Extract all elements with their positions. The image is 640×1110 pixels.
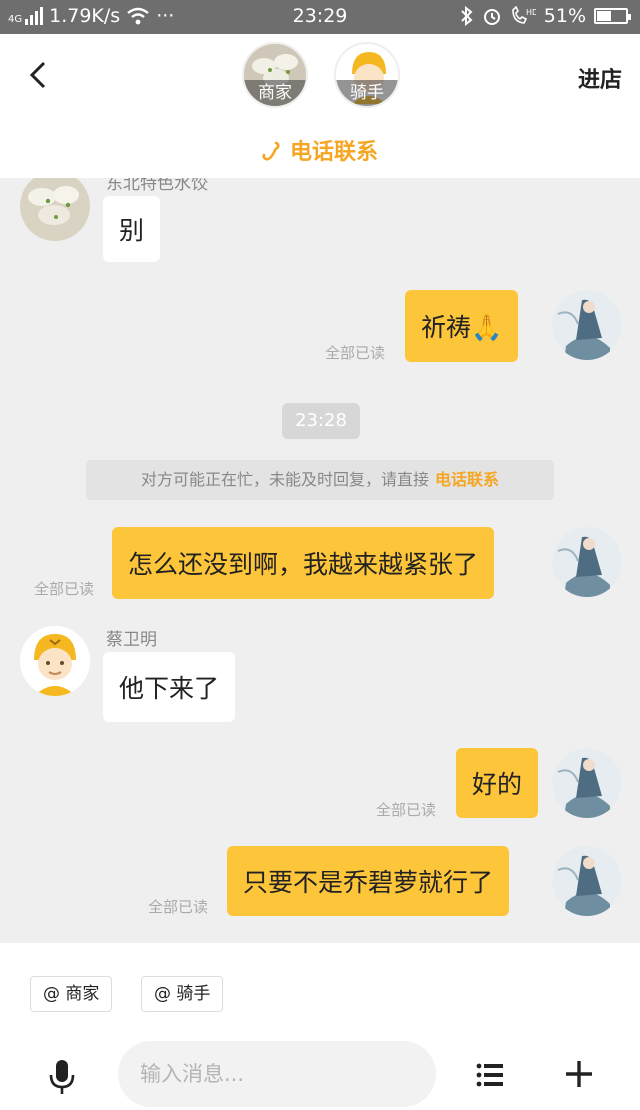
alarm-icon (483, 9, 500, 25)
notice-phone-link[interactable]: 电话联系 (435, 470, 499, 489)
system-notice: 对方可能正在忙，未能及时回复，请直接 电话联系 (86, 460, 554, 500)
user-avatar-image (552, 846, 622, 916)
my-avatar[interactable] (552, 527, 622, 597)
outgoing-message-bubble[interactable]: 只要不是乔碧萝就行了 (227, 846, 510, 916)
bluetooth-icon (461, 6, 473, 26)
rider-label: 骑手 (336, 80, 398, 106)
sender-name: 蔡卫明 (106, 630, 157, 650)
at-merchant-button[interactable]: @ 商家 (30, 976, 113, 1012)
incoming-message-bubble[interactable]: 别 (103, 196, 161, 262)
my-avatar[interactable] (552, 748, 622, 818)
phone-contact-label: 电话联系 (289, 140, 378, 165)
list-icon[interactable] (476, 1061, 504, 1089)
battery-icon (594, 8, 631, 24)
read-status: 全部已读 (148, 898, 209, 916)
user-avatar-image (552, 748, 622, 818)
status-bar: 4G 1.79K/s ··· 23:29 HD 51% (0, 0, 640, 34)
user-avatar-image (552, 527, 622, 597)
at-rider-button[interactable]: @ 骑手 (141, 976, 224, 1012)
message-input[interactable] (118, 1041, 436, 1107)
system-notice-text: 对方可能正在忙，未能及时回复，请直接 (140, 470, 429, 489)
merchant-avatar[interactable]: 商家 (242, 42, 308, 108)
time-separator: 23:28 (282, 403, 360, 439)
battery-percent: 51% (543, 5, 586, 27)
phone-icon (262, 141, 280, 161)
merchant-label: 商家 (244, 80, 306, 106)
dumpling-avatar-image (20, 178, 90, 241)
mic-icon[interactable] (48, 1059, 76, 1095)
chat-area[interactable]: 东北特色水饺 别 祈祷🙏 全部已读 23:28 对方可能正在忙，未能及时回复，请… (0, 178, 640, 943)
merchant-message-avatar[interactable] (20, 178, 90, 241)
rider-avatar[interactable]: 骑手 (334, 42, 400, 108)
user-avatar-image (552, 290, 622, 360)
read-status: 全部已读 (325, 344, 386, 362)
outgoing-message-bubble[interactable]: 怎么还没到啊，我越来越紧张了 (112, 527, 495, 599)
hd-call-icon: HD (511, 6, 536, 24)
read-status: 全部已读 (376, 801, 437, 819)
outgoing-message-bubble[interactable]: 好的 (456, 748, 539, 818)
incoming-message-bubble[interactable]: 他下来了 (103, 652, 236, 722)
my-avatar[interactable] (552, 846, 622, 916)
sender-name: 东北特色水饺 (106, 178, 208, 194)
input-panel: @ 商家 @ 骑手 (0, 943, 640, 1110)
rider-message-avatar[interactable] (20, 626, 90, 696)
enter-store-button[interactable]: 进店 (578, 62, 622, 94)
phone-contact-button[interactable]: 电话联系 (0, 134, 640, 166)
back-icon[interactable] (24, 60, 54, 90)
rider-avatar-image (20, 626, 90, 696)
my-avatar[interactable] (552, 290, 622, 360)
plus-icon[interactable] (564, 1059, 594, 1089)
svg-text:HD: HD (526, 8, 536, 17)
read-status: 全部已读 (34, 580, 95, 598)
chat-header: 商家 骑手 进店 电话联系 (0, 34, 640, 178)
outgoing-message-bubble[interactable]: 祈祷🙏 (405, 290, 519, 362)
status-right: HD 51% (460, 5, 631, 27)
